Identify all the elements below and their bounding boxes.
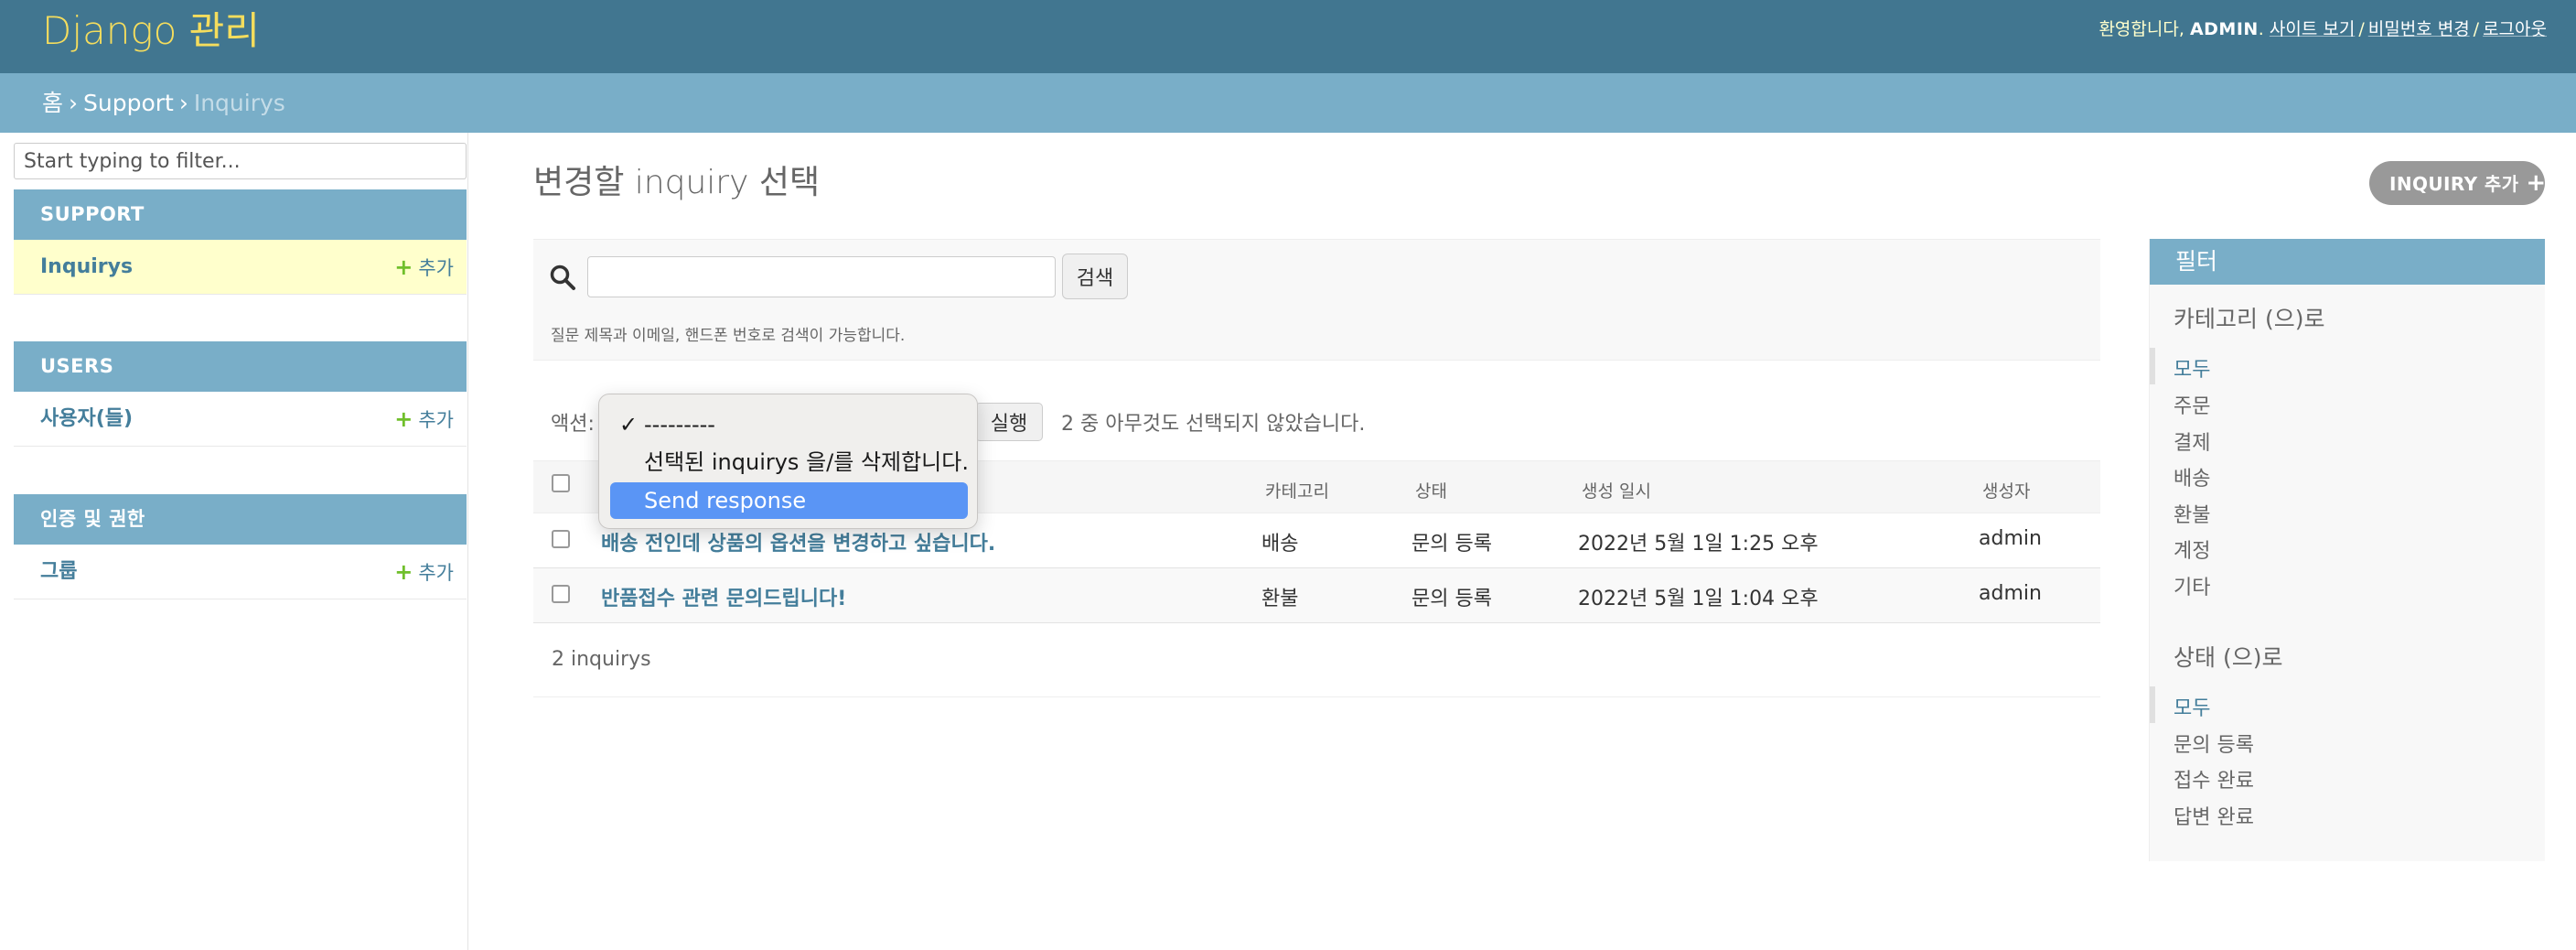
welcome-period: .: [2258, 19, 2264, 39]
add-label: 추가: [418, 257, 454, 279]
filter-section-category: 카테고리 (으)로: [2174, 306, 2325, 332]
actions-label: 액션:: [551, 413, 595, 436]
sidebar-item-inquirys: Inquirys + 추가: [14, 240, 467, 295]
add-user-link[interactable]: + 추가: [394, 392, 454, 448]
module-caption-support[interactable]: SUPPORT: [14, 189, 467, 240]
filter-status-received[interactable]: 접수 완료: [2174, 764, 2254, 793]
search-icon: [549, 264, 580, 295]
plus-icon: +: [394, 559, 413, 585]
welcome-text: 환영합니다,: [2098, 19, 2190, 39]
row-status: 문의 등록: [1411, 533, 1492, 556]
row-author: admin: [1979, 527, 2042, 550]
filter-category-other[interactable]: 기타: [2174, 571, 2210, 600]
search-toolbar: 검색 질문 제목과 이메일, 핸드폰 번호로 검색이 가능합니다.: [533, 239, 2100, 361]
action-option-blank[interactable]: ✓ ---------: [610, 406, 968, 443]
add-button-label: INQUIRY 추가: [2389, 173, 2519, 195]
filter-section-status: 상태 (으)로: [2174, 644, 2283, 671]
row-status: 문의 등록: [1411, 588, 1492, 610]
plus-icon: +: [394, 254, 413, 280]
site-header: Django 관리 환영합니다, ADMIN. 사이트 보기 / 비밀번호 변경 / 로…: [0, 0, 2576, 73]
filter-category-delivery[interactable]: 배송: [2174, 462, 2210, 491]
sidebar-item-label[interactable]: Inquirys: [40, 255, 133, 278]
usertools-separator: /: [2358, 19, 2365, 39]
sidebar-item-label[interactable]: 사용자(들): [40, 407, 133, 430]
row-title-link[interactable]: 배송 전인데 상품의 옵션을 변경하고 싶습니다.: [601, 527, 995, 556]
usertools-separator: /: [2473, 19, 2480, 39]
module-caption-users[interactable]: USERS: [14, 341, 467, 392]
module-caption-auth[interactable]: 인증 및 권한: [14, 494, 467, 545]
checkmark-icon: ✓: [619, 412, 639, 437]
nav-filter-input[interactable]: [14, 143, 467, 179]
row-category: 배송: [1261, 533, 1299, 556]
search-input[interactable]: [587, 256, 1056, 297]
filter-status-answered[interactable]: 답변 완료: [2174, 801, 2254, 830]
filter-selected-indicator: [2150, 348, 2155, 384]
row-checkbox[interactable]: [552, 585, 570, 603]
add-label: 추가: [418, 409, 454, 431]
option-label: 선택된 inquirys 을/를 삭제합니다.: [644, 449, 969, 475]
filter-category-all[interactable]: 모두: [2174, 353, 2210, 383]
column-header-category[interactable]: 카테고리: [1265, 478, 1329, 502]
add-label: 추가: [418, 562, 454, 584]
plus-icon: +: [394, 406, 413, 432]
row-checkbox[interactable]: [552, 530, 570, 548]
column-header-created[interactable]: 생성 일시: [1582, 478, 1651, 502]
filter-panel: 필터 카테고리 (으)로 모두 주문 결제 배송 환불 계정 기타 상태 (으)…: [2149, 239, 2545, 861]
select-all-checkbox[interactable]: [552, 474, 570, 492]
add-inquiry-button[interactable]: INQUIRY 추가 +: [2369, 161, 2547, 205]
filter-status-registered[interactable]: 문의 등록: [2174, 729, 2254, 758]
page-title: 변경할 inquiry 선택: [533, 164, 821, 201]
add-inquiry-link[interactable]: + 추가: [394, 240, 454, 296]
action-counter: 2 중 아무것도 선택되지 않았습니다.: [1061, 413, 1366, 436]
site-brand[interactable]: Django 관리: [42, 7, 260, 55]
username: ADMIN: [2189, 19, 2259, 39]
filter-title: 필터: [2150, 239, 2545, 285]
paginator: 2 inquirys: [533, 624, 2100, 697]
search-button[interactable]: 검색: [1062, 254, 1128, 299]
breadcrumb-separator: ›: [178, 90, 188, 116]
filter-selected-indicator: [2150, 686, 2155, 723]
view-site-link[interactable]: 사이트 보기: [2270, 19, 2355, 39]
breadcrumb-current: Inquirys: [193, 90, 285, 116]
row-title-link[interactable]: 반품접수 관련 문의드립니다!: [601, 582, 846, 611]
breadcrumb-separator: ›: [69, 90, 79, 116]
add-group-link[interactable]: + 추가: [394, 545, 454, 600]
change-password-link[interactable]: 비밀번호 변경: [2368, 19, 2470, 39]
filter-status-all[interactable]: 모두: [2174, 692, 2210, 721]
option-label: Send response: [644, 488, 807, 513]
breadcrumb: 홈 › Support › Inquirys: [0, 73, 2576, 133]
filter-category-payment[interactable]: 결제: [2174, 426, 2210, 456]
row-created: 2022년 5월 1일 1:04 오후: [1578, 588, 1819, 610]
plus-icon: +: [2526, 169, 2547, 197]
table-row: 반품접수 관련 문의드립니다! 환불 문의 등록 2022년 5월 1일 1:0…: [533, 568, 2100, 623]
search-help-text: 질문 제목과 이메일, 핸드폰 번호로 검색이 가능합니다.: [551, 327, 906, 345]
user-tools: 환영합니다, ADMIN. 사이트 보기 / 비밀번호 변경 / 로그아웃: [2098, 16, 2547, 42]
row-category: 환불: [1261, 588, 1299, 610]
filter-category-account[interactable]: 계정: [2174, 534, 2210, 564]
nav-sidebar: SUPPORT Inquirys +추가 USERS 사용자(들) +추가 인증…: [0, 133, 468, 950]
column-header-author[interactable]: 생성자: [1982, 478, 2030, 502]
action-select-dropdown[interactable]: ✓ --------- 선택된 inquirys 을/를 삭제합니다. Send…: [598, 394, 978, 529]
action-option-send-response[interactable]: Send response: [610, 482, 968, 519]
row-author: admin: [1979, 582, 2042, 605]
breadcrumb-home[interactable]: 홈: [42, 90, 63, 116]
sidebar-item-label[interactable]: 그룹: [40, 560, 77, 583]
sidebar-item-users: 사용자(들) + 추가: [14, 392, 467, 447]
column-header-status[interactable]: 상태: [1415, 478, 1447, 502]
action-option-delete[interactable]: 선택된 inquirys 을/를 삭제합니다.: [610, 444, 969, 480]
filter-category-refund[interactable]: 환불: [2174, 499, 2210, 528]
row-created: 2022년 5월 1일 1:25 오후: [1578, 533, 1819, 556]
sidebar-item-groups: 그룹 + 추가: [14, 545, 467, 599]
logout-link[interactable]: 로그아웃: [2483, 19, 2547, 39]
run-action-button[interactable]: 실행: [975, 403, 1043, 441]
filter-category-order[interactable]: 주문: [2174, 390, 2210, 419]
breadcrumb-app[interactable]: Support: [83, 90, 174, 116]
option-label: ---------: [644, 412, 715, 437]
